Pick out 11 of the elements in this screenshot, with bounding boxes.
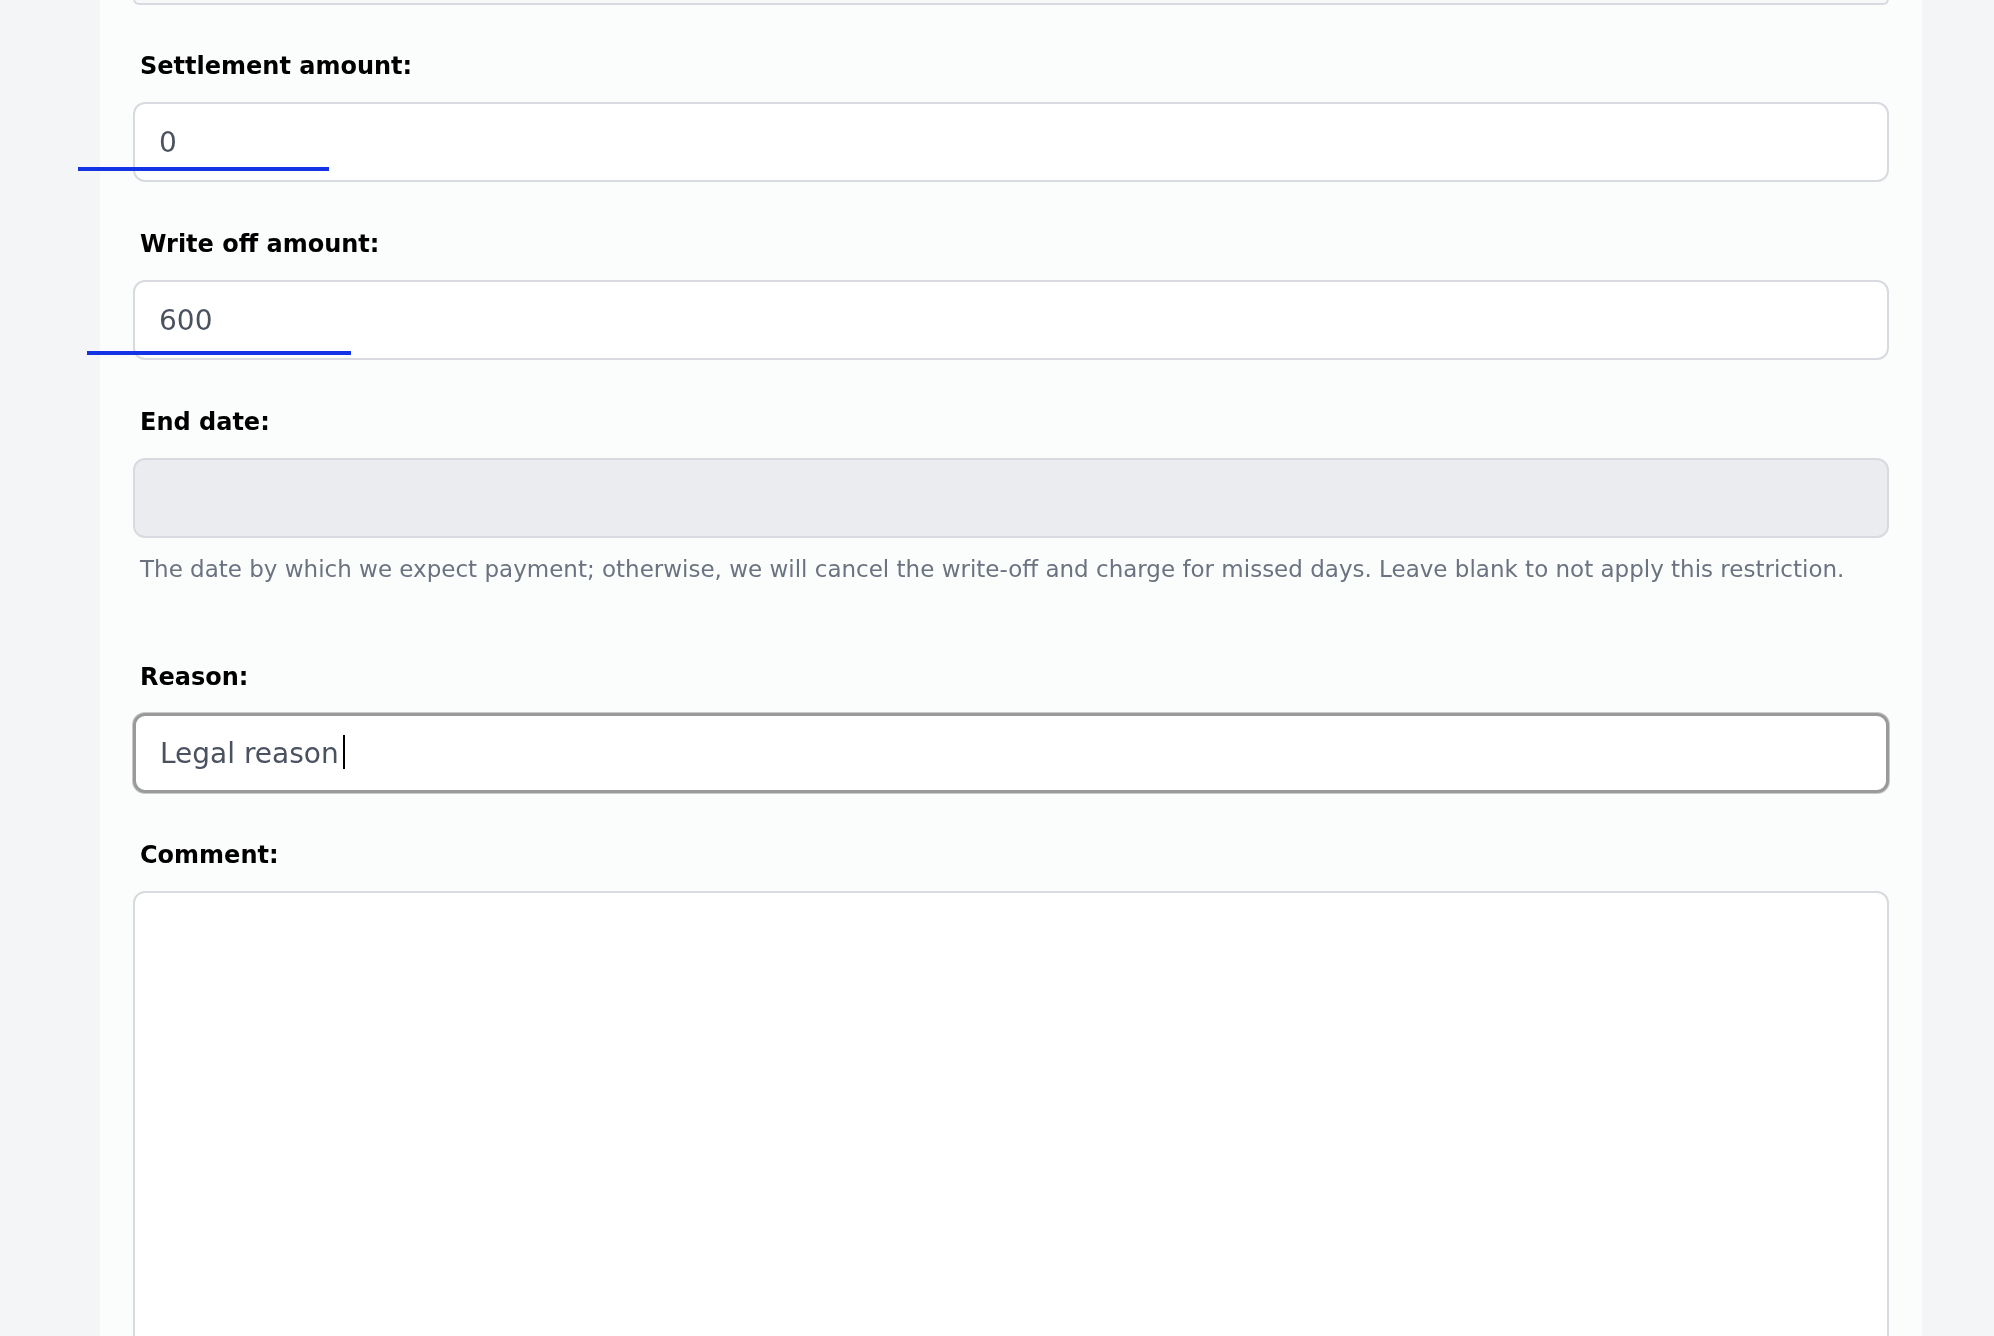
comment-textarea[interactable]	[133, 891, 1889, 1336]
field-label: End date:	[139, 407, 271, 437]
field-label: Comment:	[139, 840, 280, 870]
help-text: The date by which we expect payment; otherwise, we will cancel the write-off and charge for missed days. Leave blank to not apply this restriction.	[139, 555, 1846, 584]
field-label: Write off amount:	[139, 229, 381, 259]
field-label: Settlement amount:	[139, 51, 414, 81]
text-cursor	[343, 735, 346, 769]
field-label: Reason:	[139, 662, 250, 692]
text-input-field[interactable]: Legal reason	[133, 713, 1889, 793]
text-input-field[interactable]: 600	[133, 280, 1889, 360]
text-input-field[interactable]: 0	[133, 102, 1889, 182]
